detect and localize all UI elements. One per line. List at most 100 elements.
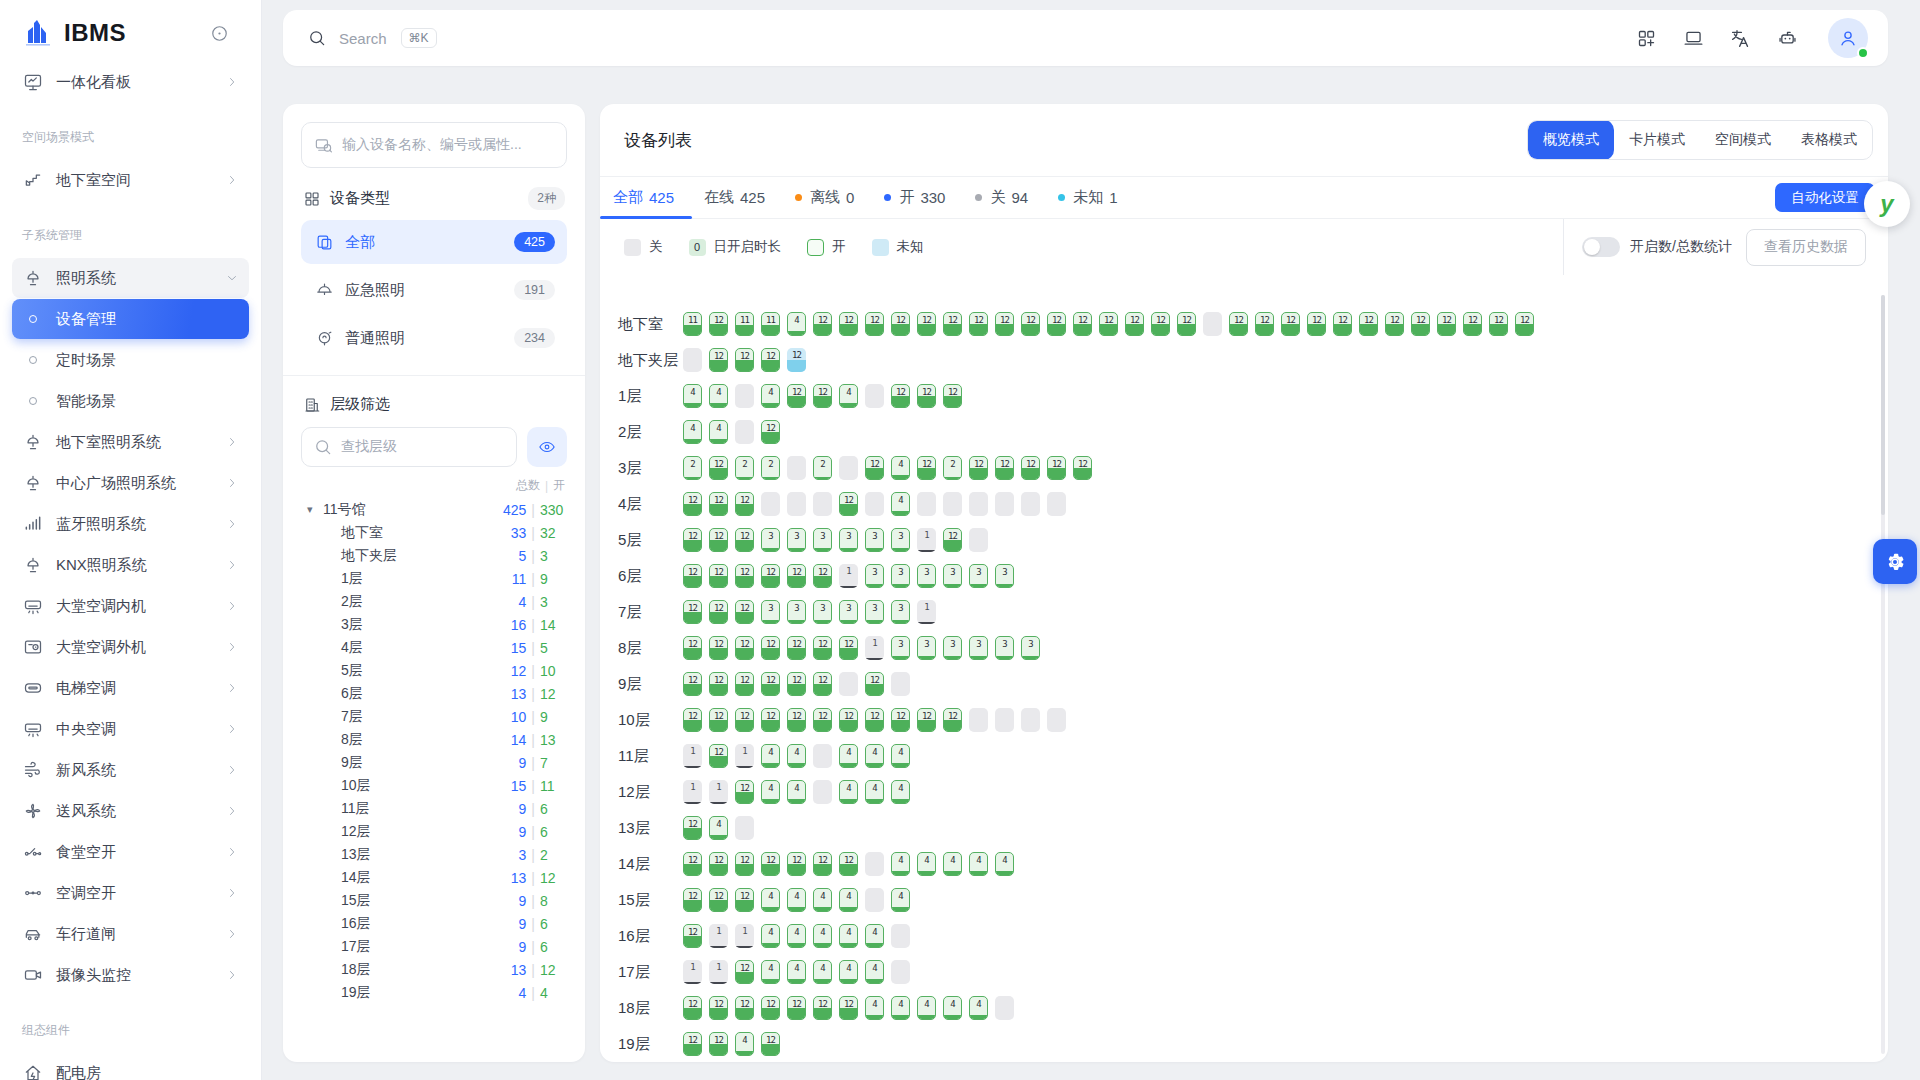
tree-row-floor[interactable]: 10层15|11 xyxy=(307,774,567,797)
device-tile[interactable]: 12 xyxy=(813,636,832,660)
device-tile[interactable]: 1 xyxy=(683,960,702,984)
view-mode-空间模式[interactable]: 空间模式 xyxy=(1700,120,1786,160)
device-tile[interactable]: 3 xyxy=(917,636,936,660)
device-tile[interactable]: 12 xyxy=(943,312,962,336)
device-search-input[interactable]: 输入设备名称、编号或属性... xyxy=(301,122,567,168)
device-tile[interactable]: 4 xyxy=(683,384,702,408)
device-tile[interactable]: 12 xyxy=(891,312,910,336)
eye-toggle-button[interactable] xyxy=(527,427,567,467)
device-tile[interactable]: 12 xyxy=(709,672,728,696)
device-tile[interactable]: 12 xyxy=(865,456,884,480)
device-tile[interactable]: 2 xyxy=(813,456,832,480)
robot-icon[interactable] xyxy=(1777,28,1798,49)
device-tile[interactable]: 4 xyxy=(709,384,728,408)
sidebar-item-照明系统[interactable]: 照明系统 xyxy=(12,258,249,298)
device-tile[interactable]: 12 xyxy=(839,996,858,1020)
device-tile[interactable]: 12 xyxy=(995,456,1014,480)
sidebar-item-一体化看板[interactable]: 一体化看板 xyxy=(12,62,249,102)
device-tile[interactable]: 3 xyxy=(969,636,988,660)
sidebar-item-地下室照明系统[interactable]: 地下室照明系统 xyxy=(12,422,249,462)
device-tile[interactable]: 4 xyxy=(839,780,858,804)
device-tile[interactable]: 3 xyxy=(865,600,884,624)
device-tile[interactable]: 12 xyxy=(839,492,858,516)
device-tile[interactable]: 4 xyxy=(839,888,858,912)
device-tile[interactable]: 12 xyxy=(683,888,702,912)
device-tile[interactable]: 12 xyxy=(917,708,936,732)
device-tile[interactable]: 4 xyxy=(787,924,806,948)
tree-row-floor[interactable]: 地下室33|32 xyxy=(307,521,567,544)
device-tile[interactable]: 3 xyxy=(1021,636,1040,660)
device-tile[interactable]: 4 xyxy=(709,420,728,444)
device-tile[interactable]: 12 xyxy=(839,708,858,732)
device-tile[interactable]: 4 xyxy=(865,744,884,768)
device-tile[interactable] xyxy=(839,456,858,480)
device-tile[interactable]: 12 xyxy=(761,636,780,660)
device-tile[interactable]: 12 xyxy=(1281,312,1300,336)
device-tile[interactable]: 12 xyxy=(787,564,806,588)
level-search-input[interactable]: 查找层级 xyxy=(301,427,517,467)
sidebar-item-定时场景[interactable]: 定时场景 xyxy=(12,340,249,380)
device-tile[interactable]: 4 xyxy=(865,924,884,948)
status-tab-全部[interactable]: 全部425 xyxy=(613,176,674,219)
device-tile[interactable]: 1 xyxy=(709,924,728,948)
device-tile[interactable]: 3 xyxy=(891,636,910,660)
device-tile[interactable]: 4 xyxy=(917,852,936,876)
sidebar-item-电梯空调[interactable]: 电梯空调 xyxy=(12,668,249,708)
device-tile[interactable]: 4 xyxy=(917,996,936,1020)
device-tile[interactable]: 12 xyxy=(735,348,754,372)
device-tile[interactable] xyxy=(813,780,832,804)
device-tile[interactable]: 11 xyxy=(735,312,754,336)
device-tile[interactable]: 12 xyxy=(917,384,936,408)
device-tile[interactable]: 12 xyxy=(761,420,780,444)
device-tile[interactable]: 12 xyxy=(709,888,728,912)
device-tile[interactable] xyxy=(1203,312,1222,336)
device-tile[interactable]: 12 xyxy=(1463,312,1482,336)
device-tile[interactable]: 12 xyxy=(683,996,702,1020)
device-tile[interactable]: 4 xyxy=(891,456,910,480)
device-tile[interactable]: 12 xyxy=(787,384,806,408)
device-type-普通照明[interactable]: 普通照明234 xyxy=(301,316,567,360)
device-tile[interactable]: 12 xyxy=(709,312,728,336)
device-tile[interactable]: 12 xyxy=(735,960,754,984)
device-tile[interactable]: 12 xyxy=(683,924,702,948)
tree-row-floor[interactable]: 3层16|14 xyxy=(307,613,567,636)
device-tile[interactable] xyxy=(969,708,988,732)
device-tile[interactable]: 4 xyxy=(943,996,962,1020)
device-tile[interactable]: 4 xyxy=(865,960,884,984)
tree-row-floor[interactable]: 1层11|9 xyxy=(307,567,567,590)
device-tile[interactable]: 4 xyxy=(761,384,780,408)
device-tile[interactable]: 4 xyxy=(813,888,832,912)
device-tile[interactable]: 4 xyxy=(813,960,832,984)
tree-row-floor[interactable]: 2层4|3 xyxy=(307,590,567,613)
device-tile[interactable]: 3 xyxy=(995,636,1014,660)
device-tile[interactable] xyxy=(735,816,754,840)
device-tile[interactable]: 3 xyxy=(787,600,806,624)
automation-settings-button[interactable]: 自动化设置 xyxy=(1775,183,1875,212)
device-tile[interactable] xyxy=(865,852,884,876)
device-tile[interactable] xyxy=(865,888,884,912)
tree-row-floor[interactable]: 16层9|6 xyxy=(307,912,567,935)
device-tile[interactable]: 3 xyxy=(891,600,910,624)
device-tile[interactable]: 4 xyxy=(891,996,910,1020)
device-tile[interactable]: 12 xyxy=(735,708,754,732)
device-tile[interactable]: 12 xyxy=(683,492,702,516)
device-tile[interactable]: 12 xyxy=(683,528,702,552)
device-tile[interactable]: 3 xyxy=(891,564,910,588)
device-tile[interactable]: 12 xyxy=(813,708,832,732)
device-tile[interactable]: 12 xyxy=(709,1032,728,1056)
device-tile[interactable]: 1 xyxy=(683,780,702,804)
device-tile[interactable]: 12 xyxy=(943,708,962,732)
device-tile[interactable]: 12 xyxy=(709,528,728,552)
tree-row-floor[interactable]: 17层9|6 xyxy=(307,935,567,958)
sidebar-item-蓝牙照明系统[interactable]: 蓝牙照明系统 xyxy=(12,504,249,544)
device-tile[interactable]: 12 xyxy=(735,672,754,696)
device-tile[interactable]: 12 xyxy=(787,672,806,696)
device-tile[interactable]: 11 xyxy=(683,312,702,336)
device-tile[interactable]: 4 xyxy=(683,420,702,444)
device-tile[interactable]: 3 xyxy=(917,564,936,588)
tree-row-floor[interactable]: 15层9|8 xyxy=(307,889,567,912)
device-tile[interactable]: 12 xyxy=(839,312,858,336)
tree-row-floor[interactable]: 5层12|10 xyxy=(307,659,567,682)
device-tile[interactable] xyxy=(891,672,910,696)
tree-row-floor[interactable]: 13层3|2 xyxy=(307,843,567,866)
